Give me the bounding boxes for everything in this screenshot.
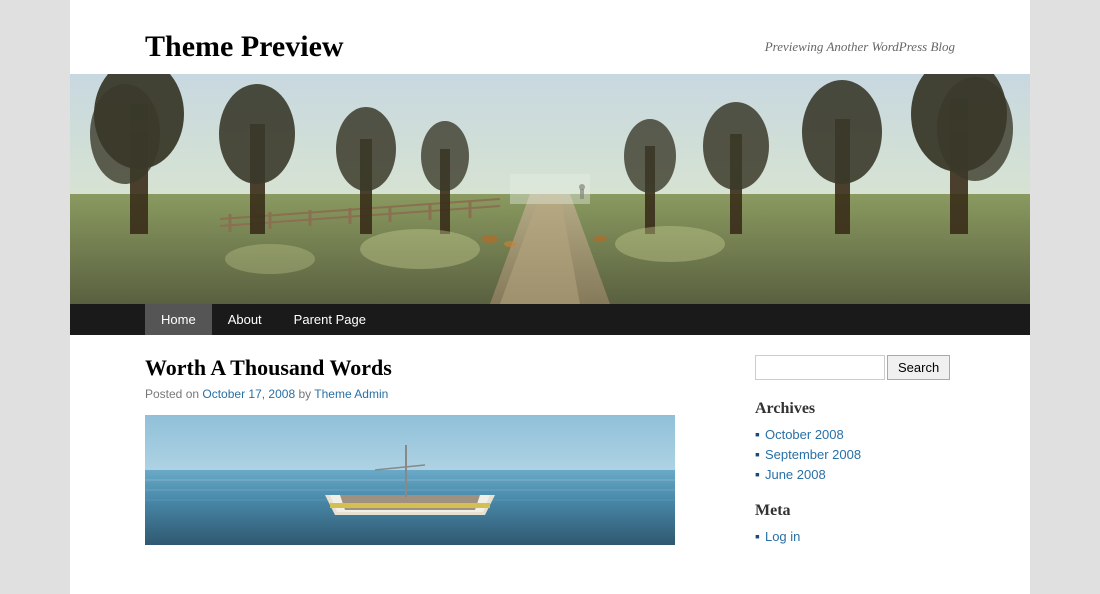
post-author-prefix: by — [298, 387, 314, 401]
hero-image — [70, 74, 1030, 304]
nav-link-home[interactable]: Home — [145, 304, 212, 335]
site-tagline: Previewing Another WordPress Blog — [765, 39, 955, 55]
archive-link-0[interactable]: October 2008 — [765, 427, 844, 442]
archives-section: Archives October 2008 September 2008 Jun… — [755, 400, 955, 482]
post-meta: Posted on October 17, 2008 by Theme Admi… — [145, 387, 715, 401]
nav-bar: Home About Parent Page — [70, 304, 1030, 335]
archives-title: Archives — [755, 400, 955, 418]
search-box: Search — [755, 355, 955, 380]
nav-item-home[interactable]: Home — [145, 304, 212, 335]
nav-link-about[interactable]: About — [212, 304, 278, 335]
main-content: Worth A Thousand Words Posted on October… — [145, 355, 715, 564]
search-button[interactable]: Search — [887, 355, 950, 380]
meta-link-login[interactable]: Log in — [765, 529, 800, 544]
meta-item-0[interactable]: Log in — [755, 528, 955, 544]
nav-list: Home About Parent Page — [145, 304, 955, 335]
meta-title: Meta — [755, 502, 955, 520]
post-image — [145, 415, 675, 545]
archive-item-2[interactable]: June 2008 — [755, 466, 955, 482]
site-title: Theme Preview — [145, 30, 344, 64]
nav-item-parent[interactable]: Parent Page — [278, 304, 382, 335]
nav-link-parent[interactable]: Parent Page — [278, 304, 382, 335]
meta-section: Meta Log in — [755, 502, 955, 544]
archive-link-2[interactable]: June 2008 — [765, 467, 826, 482]
post-date-link[interactable]: October 17, 2008 — [202, 387, 295, 401]
post-title: Worth A Thousand Words — [145, 355, 715, 381]
post-meta-prefix: Posted on — [145, 387, 199, 401]
post-image-boat-svg — [145, 415, 675, 545]
search-input[interactable] — [755, 355, 885, 380]
archive-link-1[interactable]: September 2008 — [765, 447, 861, 462]
archive-item-0[interactable]: October 2008 — [755, 426, 955, 442]
hero-svg — [70, 74, 1030, 304]
archive-item-1[interactable]: September 2008 — [755, 446, 955, 462]
meta-list: Log in — [755, 528, 955, 544]
nav-item-about[interactable]: About — [212, 304, 278, 335]
archives-list: October 2008 September 2008 June 2008 — [755, 426, 955, 482]
post-author-link[interactable]: Theme Admin — [314, 387, 388, 401]
page-wrapper: Theme Preview Previewing Another WordPre… — [70, 0, 1030, 594]
content-area: Worth A Thousand Words Posted on October… — [70, 335, 1030, 564]
site-header: Theme Preview Previewing Another WordPre… — [70, 20, 1030, 74]
sidebar: Search Archives October 2008 September 2… — [755, 355, 955, 564]
